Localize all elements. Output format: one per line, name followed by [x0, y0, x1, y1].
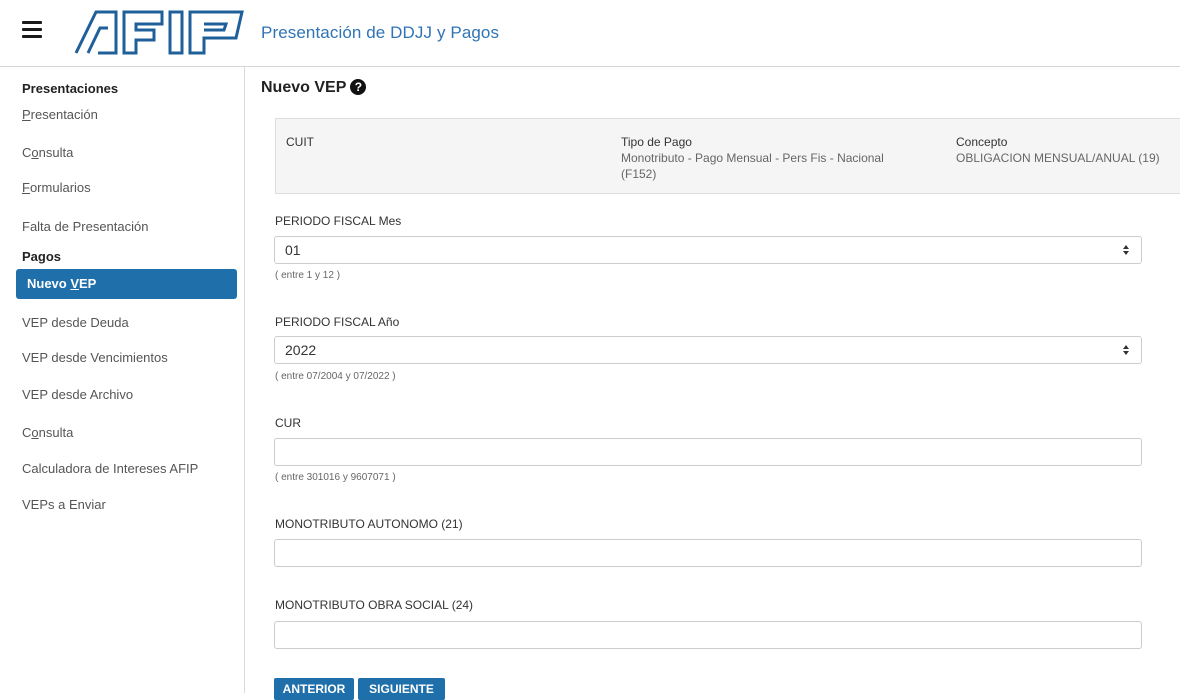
sidebar: Presentaciones Presentación Consulta For…: [0, 67, 245, 693]
vep-info-panel: CUIT Tipo de Pago Monotributo - Pago Men…: [275, 118, 1180, 194]
periodo-anio-select[interactable]: 2022: [274, 336, 1142, 364]
sidebar-section-pagos: Pagos: [22, 249, 62, 264]
sidebar-item-veps-a-enviar[interactable]: VEPs a Enviar: [22, 497, 106, 512]
cur-hint: ( entre 301016 y 9607071 ): [275, 472, 396, 483]
hamburger-menu-icon[interactable]: [22, 21, 42, 41]
sidebar-item-falta-presentacion[interactable]: Falta de Presentación: [22, 219, 148, 234]
sidebar-item-calculadora-intereses[interactable]: Calculadora de Intereses AFIP: [22, 461, 198, 476]
siguiente-button[interactable]: SIGUIENTE: [358, 678, 445, 700]
sidebar-item-vep-desde-archivo[interactable]: VEP desde Archivo: [22, 387, 133, 402]
concepto-value: OBLIGACION MENSUAL/ANUAL (19): [956, 151, 1160, 165]
periodo-mes-label: PERIODO FISCAL Mes: [275, 214, 402, 228]
cuit-block: CUIT: [286, 134, 314, 150]
cur-label: CUR: [275, 416, 301, 430]
monotributo-autonomo-field[interactable]: [275, 540, 1141, 566]
app-header: Presentación de DDJJ y Pagos: [0, 0, 1180, 67]
periodo-mes-hint: ( entre 1 y 12 ): [275, 270, 341, 281]
select-arrows-icon: [1123, 245, 1129, 255]
periodo-anio-hint: ( entre 07/2004 y 07/2022 ): [275, 371, 396, 382]
periodo-mes-value: 01: [285, 242, 301, 258]
monotributo-autonomo-input[interactable]: [274, 539, 1142, 567]
sidebar-item-presentacion[interactable]: Presentación: [22, 107, 98, 122]
tipo-pago-value-line2: (F152): [621, 167, 657, 181]
anterior-button[interactable]: ANTERIOR: [274, 678, 354, 700]
tipo-pago-value-line1: Monotributo - Pago Mensual - Pers Fis - …: [621, 151, 884, 165]
cuit-label: CUIT: [286, 135, 314, 149]
page-title: Nuevo VEP?: [261, 79, 367, 97]
concepto-label: Concepto: [956, 135, 1008, 149]
periodo-anio-label: PERIODO FISCAL Año: [275, 315, 400, 329]
monotributo-obra-social-input[interactable]: [274, 621, 1142, 649]
sidebar-item-nuevo-vep[interactable]: Nuevo VEP: [16, 269, 237, 299]
page-title-text: Nuevo VEP: [261, 79, 347, 96]
monotributo-obra-social-field[interactable]: [275, 622, 1141, 648]
tipo-pago-label: Tipo de Pago: [621, 135, 692, 149]
question-circle-icon[interactable]: ?: [350, 79, 367, 95]
tipo-pago-block: Tipo de Pago Monotributo - Pago Mensual …: [621, 134, 884, 182]
afip-logo[interactable]: [74, 8, 246, 56]
cur-input[interactable]: [274, 438, 1142, 466]
periodo-mes-select[interactable]: 01: [274, 236, 1142, 264]
sidebar-item-vep-desde-vencimientos[interactable]: VEP desde Vencimientos: [22, 350, 168, 365]
sidebar-item-vep-desde-deuda[interactable]: VEP desde Deuda: [22, 315, 129, 330]
header-title: Presentación de DDJJ y Pagos: [261, 23, 500, 42]
periodo-anio-value: 2022: [285, 342, 317, 358]
cur-field[interactable]: [275, 439, 1141, 465]
sidebar-item-formularios[interactable]: Formularios: [22, 180, 91, 195]
sidebar-section-presentaciones: Presentaciones: [22, 81, 119, 96]
select-arrows-icon: [1123, 345, 1129, 355]
monotributo-obra-social-label: MONOTRIBUTO OBRA SOCIAL (24): [275, 598, 474, 612]
sidebar-item-consulta-presentaciones[interactable]: Consulta: [22, 145, 73, 160]
concepto-block: Concepto OBLIGACION MENSUAL/ANUAL (19): [956, 134, 1160, 166]
sidebar-item-consulta-pagos[interactable]: Consulta: [22, 425, 73, 440]
monotributo-autonomo-label: MONOTRIBUTO AUTONOMO (21): [275, 517, 463, 531]
